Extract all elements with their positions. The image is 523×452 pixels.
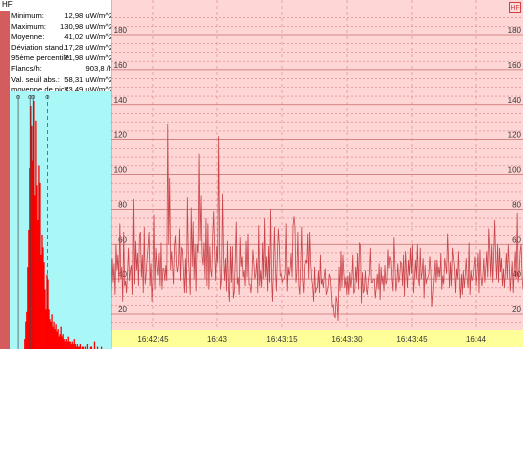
x-tick-label: 16:43 — [207, 335, 228, 344]
stat-label: Val. seuil abs.: — [11, 74, 60, 84]
y-tick-label-right: 160 — [508, 61, 522, 70]
y-tick-label-left: 80 — [118, 200, 127, 209]
x-tick-label: 16:44 — [466, 335, 487, 344]
stat-label: 95ème percentile — [11, 53, 70, 63]
histogram-bar — [90, 346, 93, 349]
histogram-bar — [79, 344, 81, 349]
stat-row: Val. seuil abs.: 58,31 uW/m^2 — [10, 74, 113, 86]
stat-value: 17,28 uW/m^2 — [64, 42, 113, 52]
stat-label: Moyenne: — [11, 32, 45, 42]
stat-row: Flancs/h: 903,8 /h — [10, 63, 113, 75]
y-tick-label-left: 20 — [118, 305, 127, 314]
y-tick-label-right: 120 — [508, 131, 522, 140]
stat-label: Maximum: — [11, 21, 47, 31]
x-tick-label: 16:42:45 — [137, 335, 169, 344]
stat-value: 58,31 uW/m^2 — [64, 74, 113, 84]
histogram-background — [10, 91, 111, 349]
y-tick-label-right: 140 — [508, 96, 522, 105]
y-tick-label-left: 100 — [114, 166, 128, 175]
statistics-box: Minimum: 12,98 uW/m^2 Maximum: 130,98 uW/m^… — [10, 11, 113, 96]
y-tick-label-left: 180 — [114, 26, 128, 35]
stat-row: Moyenne: 41,02 uW/m^2 — [10, 32, 113, 43]
x-tick-label: 16:43:15 — [266, 335, 298, 344]
histogram-bar — [93, 341, 96, 349]
y-tick-label-right: 80 — [512, 200, 521, 209]
stat-row: Minimum: 12,98 uW/m^2 — [10, 11, 113, 22]
stat-label: Minimum: — [11, 11, 44, 20]
x-tick-label: 16:43:45 — [396, 335, 428, 344]
signal-analyzer-panel: HF Minimum: 12,98 uW/m^2 Maximum: 130,98 uW… — [0, 0, 523, 349]
histogram-bar — [84, 346, 87, 349]
stat-row: Déviation stand.: 17,28 uW/m^2 — [10, 42, 113, 54]
y-tick-label-left: 140 — [114, 96, 128, 105]
histogram-bar — [96, 346, 99, 349]
histogram-bar — [86, 344, 89, 349]
y-tick-label-right: 100 — [508, 166, 522, 175]
y-tick-label-right: 20 — [512, 305, 521, 314]
stat-row: Maximum: 130,98 uW/m^2 — [10, 21, 113, 33]
threshold-band — [111, 330, 523, 347]
histogram — [10, 91, 111, 349]
y-tick-label-left: 160 — [114, 61, 128, 70]
stat-value: 71,98 uW/m^2 — [64, 53, 113, 63]
stat-value: 903,8 /h — [85, 63, 113, 73]
stat-label: Flancs/h: — [11, 63, 42, 73]
histogram-bar — [100, 346, 103, 349]
histogram-bar — [82, 346, 85, 349]
panel-label: HF — [2, 0, 13, 9]
stat-value: 41,02 uW/m^2 — [64, 32, 113, 42]
channel-color-strip — [0, 11, 10, 349]
hf-badge[interactable]: HF — [509, 2, 521, 13]
stat-row: 95ème percentile 71,98 uW/m^2 — [10, 53, 113, 64]
time-series-chart[interactable]: 20 2040 4060 6080 80100 100120 120140 140160 160… — [111, 0, 523, 349]
x-tick-label: 16:43:30 — [331, 335, 363, 344]
stat-label: Déviation stand.: — [11, 42, 68, 52]
y-tick-label-left: 120 — [114, 131, 128, 140]
stat-value: 130,98 uW/m^2 — [60, 21, 113, 31]
stat-value: 12,98 uW/m^2 — [64, 11, 113, 20]
y-tick-label-right: 180 — [508, 26, 522, 35]
